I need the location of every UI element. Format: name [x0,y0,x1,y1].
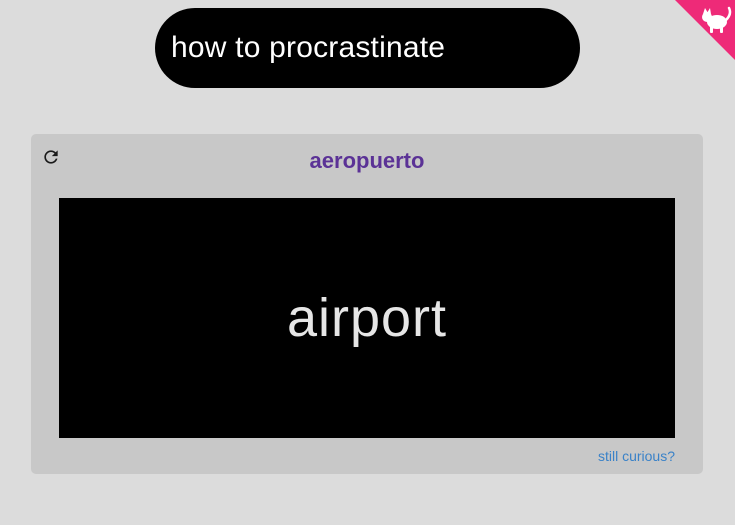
still-curious-link[interactable]: still curious? [598,448,675,464]
search-bar[interactable]: how to procrastinate [155,8,580,88]
corner-badge[interactable] [675,0,735,60]
flashcard: aeropuerto airport still curious? [31,134,703,474]
corner-ribbon [675,0,735,60]
answer-text: airport [286,288,448,348]
search-query-text[interactable]: how to procrastinate [171,33,445,63]
word-title[interactable]: aeropuerto [31,148,703,174]
answer-panel[interactable]: airport [59,198,675,438]
